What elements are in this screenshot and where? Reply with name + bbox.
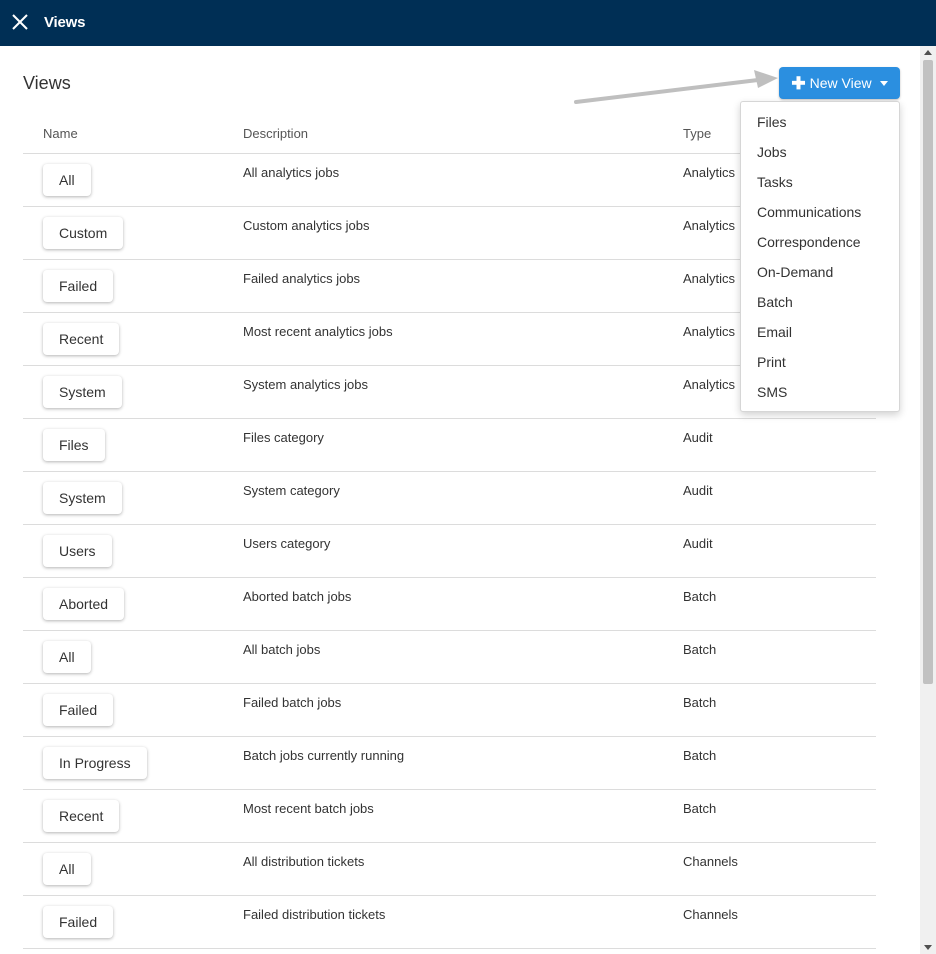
view-name-button[interactable]: System [43,482,122,514]
view-type: Channels [683,907,738,922]
view-type: Batch [683,695,717,710]
view-description: Batch jobs currently running [243,748,405,763]
view-name-button[interactable]: System [43,376,122,408]
view-name-button[interactable]: In Progress [43,747,147,779]
view-type: Audit [683,483,713,498]
dropdown-item-jobs[interactable]: Jobs [741,137,899,167]
new-view-label: New View [809,75,872,91]
table-row: Failed Failed distribution tickets Channel… [23,896,876,949]
view-description: Aborted batch jobs [243,589,352,604]
top-bar: Views [0,0,936,46]
view-description: All analytics jobs [243,165,340,180]
table-row: In Progress Batch jobs currently running B… [23,737,876,790]
view-type: Batch [683,748,717,763]
view-description: Most recent batch jobs [243,801,374,816]
view-type: Audit [683,536,713,551]
view-description: Failed analytics jobs [243,271,361,286]
main-content: Views ✚ New View Name Description Type A… [0,46,920,954]
close-icon[interactable] [10,11,30,33]
table-row: Users Users category Audit [23,525,876,578]
table-row: Failed Failed batch jobs Batch [23,684,876,737]
view-description: All distribution tickets [243,854,365,869]
new-view-button[interactable]: ✚ New View [779,67,900,99]
dropdown-item-email[interactable]: Email [741,317,899,347]
column-header-description[interactable]: Description [243,126,308,141]
view-type: Audit [683,430,713,445]
view-name-button[interactable]: All [43,853,91,885]
view-type: Analytics [683,218,736,233]
dropdown-item-print[interactable]: Print [741,347,899,377]
view-type: Analytics [683,324,736,339]
view-name-button[interactable]: Custom [43,217,124,249]
view-type: Batch [683,801,717,816]
table-row: Recent Most recent batch jobs Batch [23,790,876,843]
view-name-button[interactable]: Files [43,429,105,461]
view-description: Custom analytics jobs [243,218,370,233]
view-name-button[interactable]: Recent [43,323,120,355]
view-name-button[interactable]: All [43,641,91,673]
view-description: System category [243,483,340,498]
scroll-down-arrow-icon[interactable] [924,945,932,950]
dropdown-item-on-demand[interactable]: On-Demand [741,257,899,287]
view-description: Failed distribution tickets [243,907,386,922]
view-name-button[interactable]: Aborted [43,588,125,620]
view-type: Batch [683,642,717,657]
caret-down-icon [879,80,888,86]
view-type: Channels [683,854,738,869]
view-description: Most recent analytics jobs [243,324,393,339]
view-name-button[interactable]: All [43,164,91,196]
view-description: Files category [243,430,324,445]
view-description: System analytics jobs [243,377,368,392]
vertical-scrollbar[interactable] [920,46,936,954]
view-name-button[interactable]: Users [43,535,112,567]
dropdown-item-communications[interactable]: Communications [741,197,899,227]
view-type: Analytics [683,271,736,286]
dropdown-item-tasks[interactable]: Tasks [741,167,899,197]
table-row: All All distribution tickets Channels [23,843,876,896]
table-row: All All batch jobs Batch [23,631,876,684]
scrollbar-thumb[interactable] [923,60,933,684]
scroll-up-arrow-icon[interactable] [924,50,932,55]
column-header-type[interactable]: Type [683,126,711,141]
dropdown-item-batch[interactable]: Batch [741,287,899,317]
view-type: Analytics [683,165,736,180]
column-header-name[interactable]: Name [43,126,78,141]
dropdown-item-correspondence[interactable]: Correspondence [741,227,899,257]
window-title: Views [44,14,86,31]
view-description: Users category [243,536,331,551]
table-row: Files Files category Audit [23,419,876,472]
plus-icon: ✚ [791,73,806,93]
view-description: All batch jobs [243,642,321,657]
dropdown-item-files[interactable]: Files [741,107,899,137]
page-title: Views [23,73,71,93]
view-description: Failed batch jobs [243,695,342,710]
dropdown-item-sms[interactable]: SMS [741,377,899,407]
view-name-button[interactable]: Failed [43,270,114,302]
view-type: Batch [683,589,717,604]
table-row: Aborted Aborted batch jobs Batch [23,578,876,631]
view-name-button[interactable]: Failed [43,906,114,938]
view-name-button[interactable]: Recent [43,800,120,832]
view-name-button[interactable]: Failed [43,694,114,726]
table-row: System System category Audit [23,472,876,525]
view-type: Analytics [683,377,736,392]
new-view-dropdown-menu: Files Jobs Tasks Communications Corresponden… [740,101,900,412]
